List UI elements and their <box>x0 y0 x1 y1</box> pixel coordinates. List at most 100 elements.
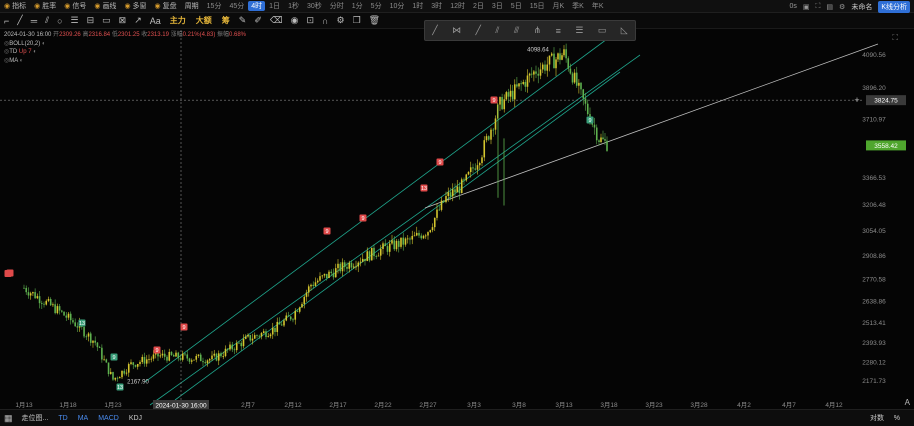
candle-body <box>507 92 510 97</box>
eye-icon[interactable]: ◐ <box>33 49 37 55</box>
eye-icon[interactable]: ◐ <box>42 41 46 47</box>
y-tick-label: 4090.56 <box>862 52 886 59</box>
candle-body <box>516 84 518 87</box>
candle-body <box>139 362 141 365</box>
candle-body <box>222 356 225 357</box>
candle-body <box>571 73 574 83</box>
x-tick-label: 3月13 <box>555 401 573 409</box>
info-amp: 0.68% <box>229 32 247 38</box>
gann-icon[interactable]: ☰ <box>575 25 583 36</box>
channel-icon[interactable]: ⫽ <box>495 25 499 36</box>
candle-body <box>382 243 384 250</box>
info-ma[interactable]: ◎MA ◐ <box>4 57 246 66</box>
expand-icon[interactable]: ⛶ <box>892 33 898 43</box>
td-marker <box>4 270 12 277</box>
eye-icon[interactable]: ◐ <box>20 58 24 64</box>
candle-body <box>586 103 589 115</box>
candle-body <box>269 334 272 337</box>
info-boll[interactable]: ◎BOLL(20,2) ◐ <box>4 40 246 49</box>
y-tick-label: 3206.48 <box>862 202 886 209</box>
grid-icon[interactable]: ▦ <box>0 413 17 424</box>
candle-body <box>292 319 294 321</box>
candle-body <box>397 240 400 247</box>
trendline[interactable] <box>424 43 879 209</box>
candle-body <box>242 338 245 347</box>
rect-icon[interactable]: ▭ <box>598 25 607 36</box>
app-window: ◉ 指标 ◉ 胜率 ◉ 信号 ◉ 画线 ◉ 多窗 ◉ 复盘 周期 15分 45分 4时 1日 1秒 30秒 分时 1分 5… <box>0 0 914 426</box>
candle-body <box>29 293 32 296</box>
td-marker-label: 9 <box>588 118 591 124</box>
channel-line-0[interactable] <box>144 21 631 383</box>
info-td[interactable]: ◎TD Up 7 ◐ <box>4 48 246 57</box>
candle-body <box>89 333 92 343</box>
candle-body <box>483 140 486 158</box>
candle-body <box>184 353 186 355</box>
candle-body <box>451 189 454 197</box>
indicator-macd[interactable]: MACD <box>93 415 124 422</box>
percent-toggle[interactable]: % <box>894 415 900 422</box>
candle-body <box>386 246 389 252</box>
candle-body <box>186 354 189 359</box>
layout-select[interactable]: 走位图... <box>17 413 54 423</box>
candle-body <box>541 64 544 70</box>
pitchfork-icon[interactable]: ⋔ <box>534 25 542 36</box>
candle-body <box>415 232 418 236</box>
info-open: 2309.26 <box>59 32 81 38</box>
candle-body <box>312 284 315 286</box>
candle-body <box>69 313 72 321</box>
candle-body <box>94 340 96 343</box>
candle-body <box>548 55 551 65</box>
ray-icon[interactable]: ╱ <box>476 25 481 36</box>
candle-body <box>343 262 346 267</box>
candle-body <box>595 127 598 141</box>
candle-body <box>118 377 121 379</box>
indicator-ma[interactable]: MA <box>73 415 94 422</box>
line-icon[interactable]: ╱ <box>432 25 437 36</box>
td-marker-label: 13 <box>421 186 427 192</box>
log-toggle[interactable]: 对数 <box>870 413 884 423</box>
candle-body <box>47 299 50 301</box>
x-tick-label: 2月12 <box>284 401 302 409</box>
candle-body <box>323 273 326 276</box>
candle-body <box>321 275 324 277</box>
add-alert-icon[interactable]: + <box>854 95 859 105</box>
candle-body <box>467 172 470 175</box>
candle-body <box>366 251 369 262</box>
candle-body <box>544 64 546 71</box>
candle-body <box>359 261 362 263</box>
candle-body <box>52 304 54 306</box>
candle-body <box>409 238 411 240</box>
candle-body <box>384 243 387 247</box>
fib-icon[interactable]: ⫻ <box>514 25 519 36</box>
candle-body <box>179 358 182 360</box>
td-marker-label: 13 <box>79 321 85 327</box>
candle-body <box>357 262 360 267</box>
indicator-td[interactable]: TD <box>53 415 72 422</box>
indicator-kdj[interactable]: KDJ <box>124 415 147 422</box>
candle-body <box>127 364 130 373</box>
candle-body <box>132 362 135 365</box>
candle-body <box>87 333 90 337</box>
candle-body <box>377 255 380 257</box>
candle-body <box>58 306 61 311</box>
candle-body <box>487 136 490 140</box>
hline-icon[interactable]: ≡ <box>556 26 561 36</box>
candle-body <box>598 140 600 143</box>
candle-body <box>524 82 527 87</box>
candle-body <box>337 263 339 269</box>
parallel-icon[interactable]: ⋈ <box>452 25 461 36</box>
candle-body <box>606 140 608 151</box>
candle-body <box>238 342 240 344</box>
candle-body <box>202 361 204 363</box>
measure-icon[interactable]: ◺ <box>621 25 628 36</box>
candle-body <box>550 53 553 56</box>
candle-body <box>584 98 587 104</box>
candle-body <box>501 97 503 110</box>
symbol-tick: A <box>904 398 910 407</box>
candle-body <box>364 258 366 262</box>
candle-body <box>260 333 263 337</box>
candle-body <box>280 324 283 326</box>
candle-body <box>429 230 432 233</box>
channel-line-2[interactable] <box>174 71 621 401</box>
candle-body <box>573 72 576 83</box>
